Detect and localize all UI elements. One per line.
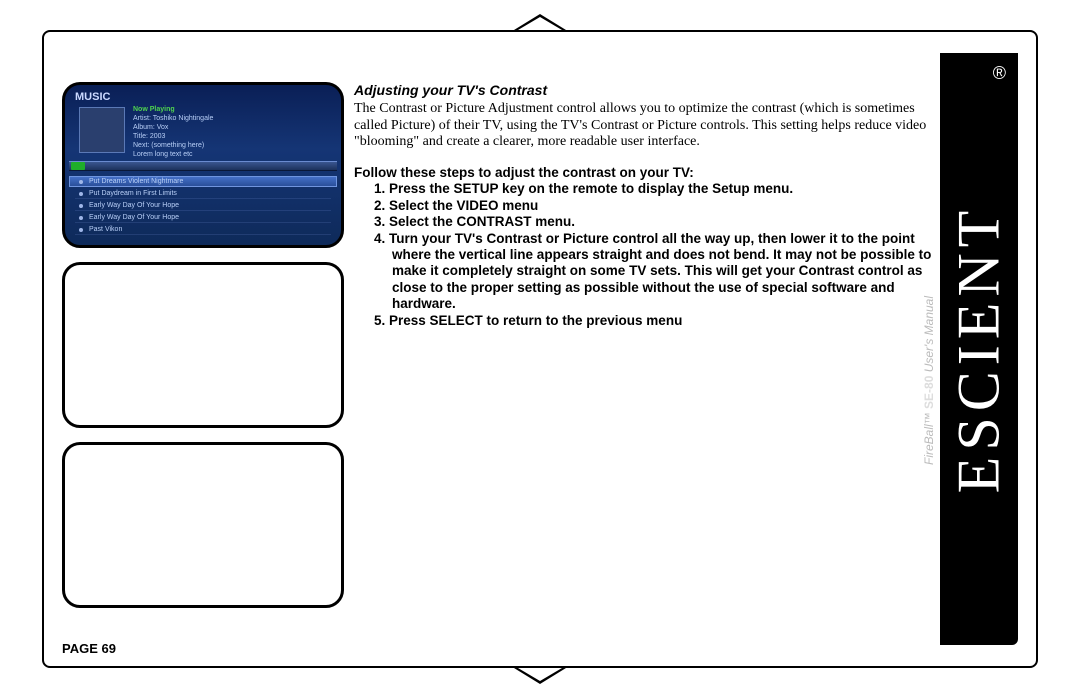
list-item: 4. Turn your TV's Contrast or Picture co…	[374, 231, 934, 313]
brand-sidebar: ® ESCIENT FireBall™ SE-80 User's Manual	[940, 53, 1018, 645]
info-line: Title: 2003	[133, 132, 333, 141]
brand-logo-text: ESCIENT	[945, 205, 1014, 494]
indicator-icon	[71, 162, 85, 170]
screenshot-toolbar	[69, 161, 337, 171]
list-item: 2. Select the VIDEO menu	[374, 198, 934, 214]
page-number: PAGE 69	[62, 641, 116, 656]
section-heading: Adjusting your TV's Contrast	[354, 82, 934, 99]
now-playing-info: Now Playing Artist: Toshiko Nightingale …	[133, 105, 333, 159]
info-line: Album: Vox	[133, 123, 333, 132]
info-line: Now Playing	[133, 105, 333, 114]
embedded-screenshot: MUSIC Now Playing Artist: Toshiko Nighti…	[62, 82, 344, 248]
registered-mark: ®	[993, 63, 1006, 84]
info-line: Artist: Toshiko Nightingale	[133, 114, 333, 123]
body-paragraph: The Contrast or Picture Adjustment contr…	[354, 101, 934, 151]
list-item: Early Way Day Of Your Hope	[75, 213, 331, 223]
steps-list: 1. Press the SETUP key on the remote to …	[354, 181, 934, 329]
album-art-placeholder	[79, 107, 125, 153]
list-item: 1. Press the SETUP key on the remote to …	[374, 181, 934, 197]
bottom-notch-decoration	[514, 668, 566, 684]
content-area: MUSIC Now Playing Artist: Toshiko Nighti…	[62, 50, 942, 650]
list-item: Early Way Day Of Your Hope	[75, 201, 331, 211]
steps-intro: Follow these steps to adjust the contras…	[354, 165, 934, 181]
list-item: Put Dreams Violent Nightmare	[75, 177, 331, 187]
screenshot-title: MUSIC	[75, 91, 110, 103]
info-line: Next: (something here)	[133, 141, 333, 150]
list-item: 3. Select the CONTRAST menu.	[374, 214, 934, 230]
list-item: Past Vikon	[75, 225, 331, 235]
left-column: MUSIC Now Playing Artist: Toshiko Nighti…	[62, 82, 344, 608]
info-line: Lorem long text etc	[133, 150, 333, 159]
top-notch-decoration	[514, 14, 566, 30]
empty-frame	[62, 442, 344, 608]
empty-frame	[62, 262, 344, 428]
list-item: Put Daydream in First Limits	[75, 189, 331, 199]
list-item: 5. Press SELECT to return to the previou…	[374, 313, 934, 329]
main-text-column: Adjusting your TV's Contrast The Contras…	[354, 82, 934, 329]
